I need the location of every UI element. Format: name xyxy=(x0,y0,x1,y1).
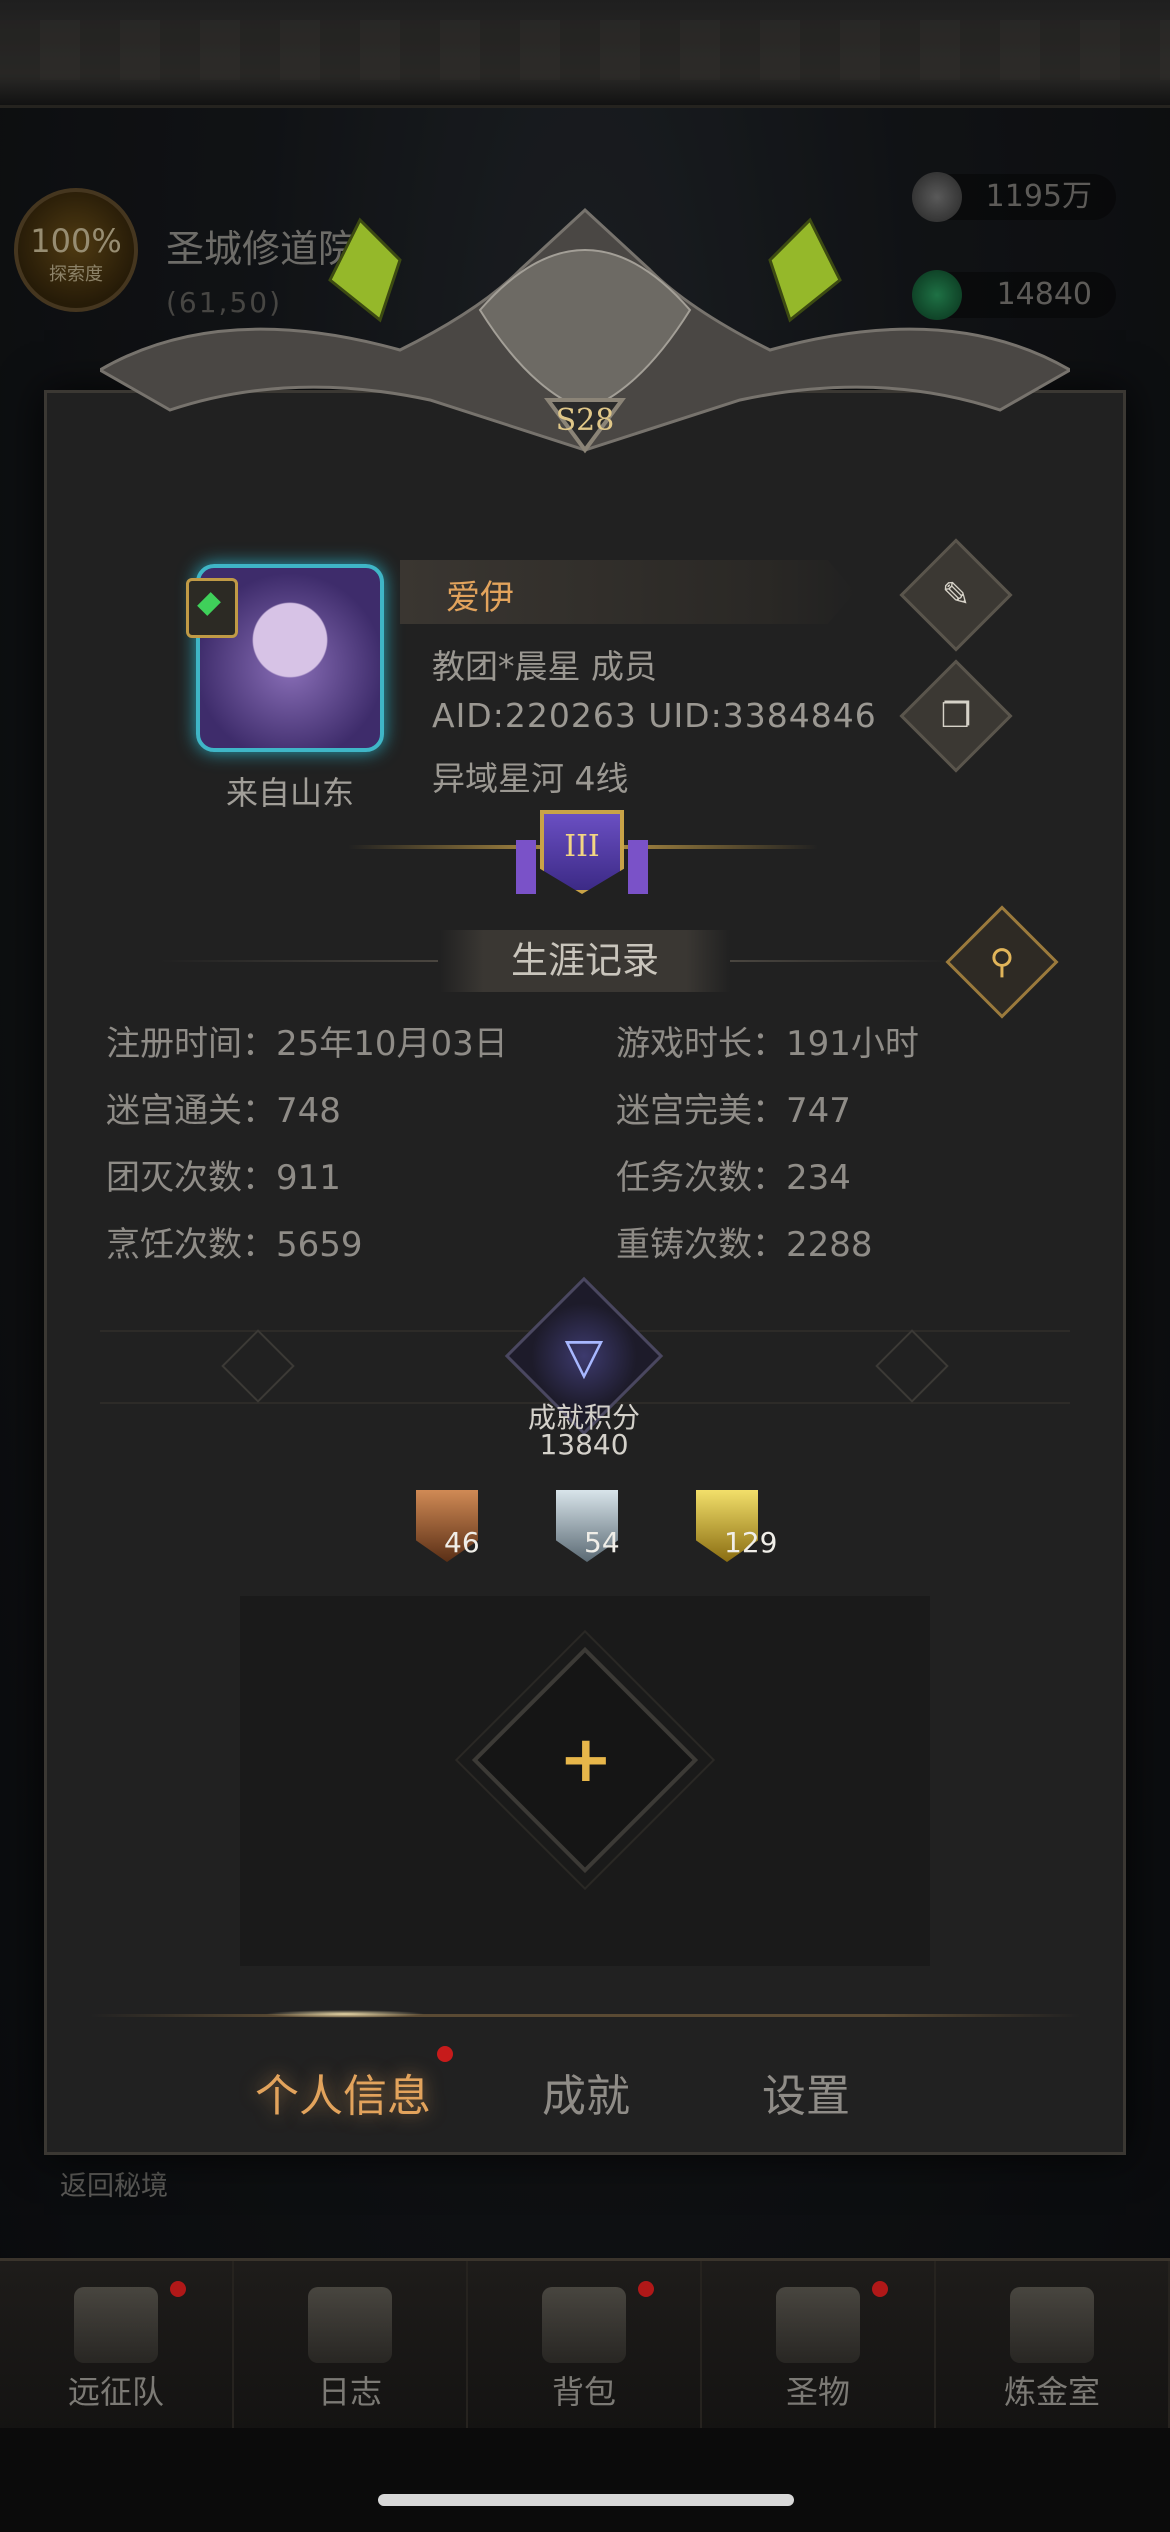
alchemy-icon xyxy=(1010,2287,1094,2363)
scroll-icon: ❐ xyxy=(940,696,972,736)
tab-personal-info[interactable]: 个人信息 xyxy=(255,2060,431,2124)
notification-dot xyxy=(170,2281,186,2297)
stat-team-wipes: 团灭次数：911 xyxy=(106,1158,341,1198)
backpack-icon xyxy=(542,2287,626,2363)
player-ids: AID:220263 UID:3384846 xyxy=(432,696,877,735)
nav-backpack[interactable]: 背包 xyxy=(468,2261,702,2431)
nav-journal[interactable]: 日志 xyxy=(234,2261,468,2431)
stat-register-date: 注册时间：25年10月03日 xyxy=(106,1024,508,1064)
tab-achievements[interactable]: 成就 xyxy=(542,2060,630,2124)
stat-maze-perfect: 迷宫完美：747 xyxy=(616,1091,851,1131)
triangle-icon: ▽ xyxy=(564,1327,604,1385)
helmet-icon xyxy=(74,2287,158,2363)
stat-reforges: 重铸次数：2288 xyxy=(616,1225,873,1265)
achievement-points-value: 13840 xyxy=(539,1428,629,1461)
active-tab-glow xyxy=(265,2010,425,2018)
stat-maze-clears: 迷宫通关：748 xyxy=(106,1091,341,1131)
stat-cooking: 烹饪次数：5659 xyxy=(106,1225,363,1265)
nav-relics[interactable]: 圣物 xyxy=(702,2261,936,2431)
player-server: 异域星河 4线 xyxy=(432,759,629,798)
nav-label: 远征队 xyxy=(67,2373,164,2411)
avatar-rank-badge xyxy=(186,578,238,638)
bronze-medal-count: 46 xyxy=(444,1526,480,1559)
chalice-icon xyxy=(776,2287,860,2363)
plus-icon: + xyxy=(559,1723,613,1797)
stat-quests: 任务次数：234 xyxy=(616,1158,851,1198)
journal-icon xyxy=(308,2287,392,2363)
nav-alchemy[interactable]: 炼金室 xyxy=(936,2261,1170,2431)
nav-expedition[interactable]: 远征队 xyxy=(0,2261,234,2431)
crest-gem-right xyxy=(768,217,842,323)
rank-ribbon-right xyxy=(628,840,648,894)
tab-divider xyxy=(90,2014,1080,2017)
dragon-crest: S28 xyxy=(100,207,1070,454)
quill-icon: ✎ xyxy=(941,575,971,615)
crest-gem-left xyxy=(328,217,402,323)
rank-ribbon-left xyxy=(516,840,536,894)
career-title: 生涯记录 xyxy=(440,930,730,992)
section-divider-right xyxy=(730,960,950,962)
nav-label: 背包 xyxy=(551,2373,616,2411)
nav-label: 炼金室 xyxy=(1003,2373,1100,2411)
player-origin: 来自山东 xyxy=(225,774,354,812)
notification-dot xyxy=(872,2281,888,2297)
top-frame xyxy=(0,0,1170,108)
player-guild: 教团*晨星 成员 xyxy=(432,647,657,686)
notification-dot xyxy=(437,2046,453,2062)
gold-medal-count: 129 xyxy=(724,1526,778,1559)
stat-play-time: 游戏时长：191小时 xyxy=(616,1024,919,1064)
season-badge: S28 xyxy=(556,403,615,438)
bottom-nav: 远征队 日志 背包 圣物 炼金室 xyxy=(0,2258,1170,2431)
notification-dot xyxy=(638,2281,654,2297)
player-name: 爱伊 xyxy=(446,578,514,618)
nav-label: 日志 xyxy=(317,2373,382,2411)
home-indicator[interactable] xyxy=(378,2494,794,2506)
tab-settings[interactable]: 设置 xyxy=(762,2060,850,2124)
magnifier-icon: ⚲ xyxy=(989,942,1015,982)
nav-label: 圣物 xyxy=(785,2373,850,2411)
silver-medal-count: 54 xyxy=(584,1526,620,1559)
bottom-strip xyxy=(0,2428,1170,2532)
section-divider-left xyxy=(160,960,438,962)
